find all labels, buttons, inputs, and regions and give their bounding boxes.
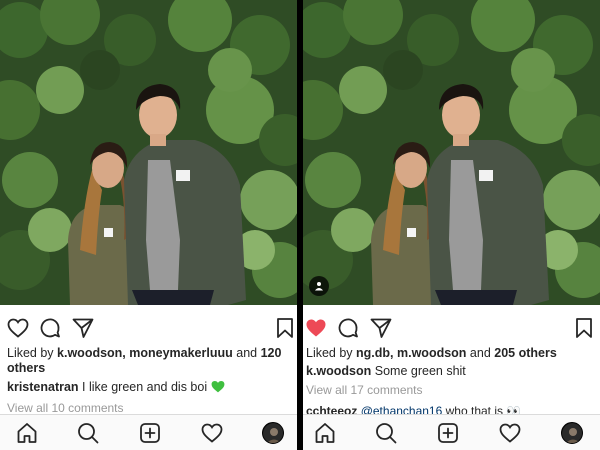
activity-icon[interactable] (498, 421, 522, 445)
post-actions-bar (303, 312, 600, 342)
likes-names[interactable]: k.woodson, moneymakerluuu (57, 346, 233, 360)
right-post-panel: Liked by ng.db, m.woodson and 205 others… (303, 0, 600, 450)
bookmark-icon[interactable] (273, 316, 297, 340)
comment-icon[interactable] (38, 316, 62, 340)
profile-avatar[interactable] (262, 422, 284, 444)
post-photo[interactable] (303, 0, 600, 305)
bookmark-icon[interactable] (572, 316, 596, 340)
likes-summary[interactable]: Liked by k.woodson, moneymakerluuu and 1… (7, 346, 292, 376)
caption-username[interactable]: kristenatran (7, 380, 79, 394)
search-icon[interactable] (374, 421, 398, 445)
likes-summary[interactable]: Liked by ng.db, m.woodson and 205 others (306, 346, 591, 361)
likes-prefix: Liked by (7, 346, 58, 360)
profile-avatar[interactable] (561, 422, 583, 444)
new-post-icon[interactable] (436, 421, 460, 445)
caption-text: Some green shit (371, 364, 466, 378)
view-all-comments[interactable]: View all 10 comments (7, 401, 292, 415)
share-icon[interactable] (71, 316, 95, 340)
bottom-tab-bar (0, 414, 297, 450)
activity-icon[interactable] (200, 421, 224, 445)
post-caption: k.woodson Some green shit (306, 364, 591, 379)
share-icon[interactable] (369, 316, 393, 340)
likes-others[interactable]: 205 others (494, 346, 557, 360)
home-icon[interactable] (313, 421, 337, 445)
likes-connector: and (232, 346, 261, 360)
comment-icon[interactable] (336, 316, 360, 340)
caption-username[interactable]: k.woodson (306, 364, 371, 378)
search-icon[interactable] (76, 421, 100, 445)
heart-icon[interactable] (6, 316, 30, 340)
post-caption: kristenatran I like green and dis boi (7, 380, 292, 395)
home-icon[interactable] (15, 421, 39, 445)
green-heart-icon (211, 380, 225, 393)
likes-prefix: Liked by (306, 346, 357, 360)
post-photo[interactable] (0, 0, 297, 305)
view-all-comments[interactable]: View all 17 comments (306, 383, 591, 397)
user-tag-icon[interactable] (309, 276, 329, 296)
caption-text: I like green and dis boi (78, 380, 211, 394)
likes-names[interactable]: ng.db, m.woodson (356, 346, 466, 360)
likes-connector: and (466, 346, 495, 360)
left-post-panel: Liked by k.woodson, moneymakerluuu and 1… (0, 0, 297, 450)
bottom-tab-bar (303, 414, 600, 450)
heart-filled-icon[interactable] (304, 316, 328, 340)
post-actions-bar (0, 312, 297, 342)
new-post-icon[interactable] (138, 421, 162, 445)
